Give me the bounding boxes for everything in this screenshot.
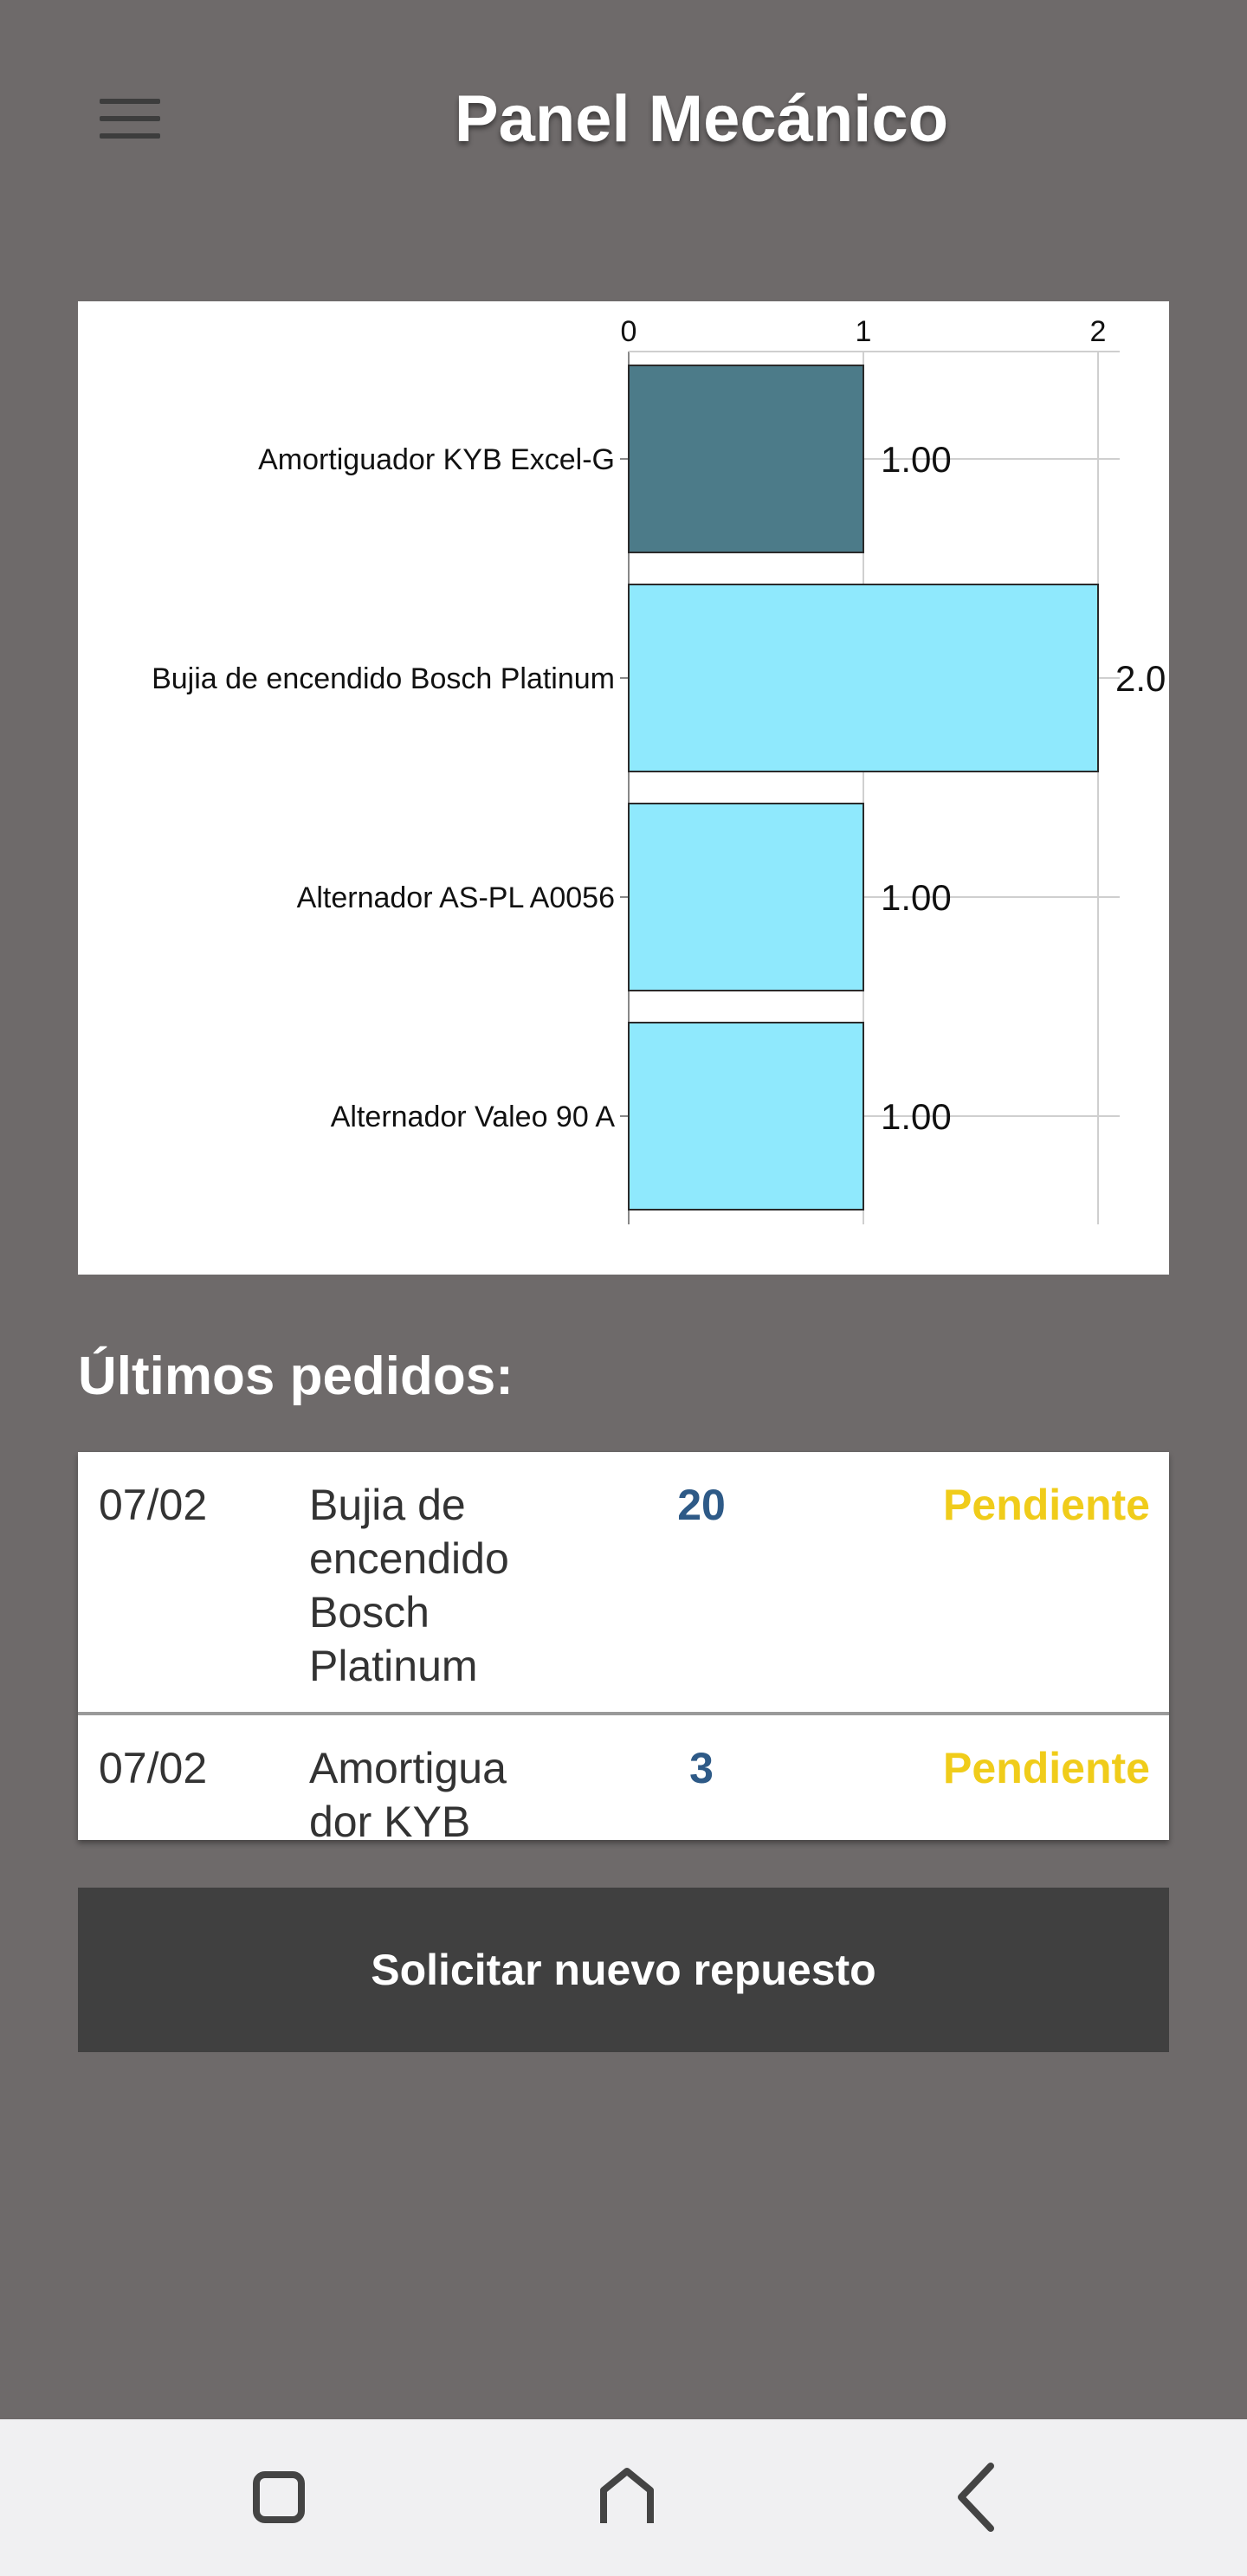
- order-date: 07/02: [99, 1744, 208, 1792]
- back-icon[interactable]: [927, 2445, 1031, 2549]
- orders-list[interactable]: 07/02 Bujia de encendido Bosch Platinum …: [78, 1452, 1169, 1840]
- recent-apps-icon[interactable]: [229, 2445, 333, 2549]
- orders-section-title: Últimos pedidos:: [78, 1346, 514, 1406]
- value-label: 2.0: [1115, 658, 1166, 699]
- order-product: Amortiguador KYB: [309, 1744, 507, 1840]
- order-date: 07/02: [99, 1481, 208, 1529]
- order-quantity: 20: [677, 1481, 726, 1529]
- system-nav-bar: [0, 2419, 1247, 2576]
- value-label: 1.00: [881, 439, 952, 480]
- category-label: Alternador Valeo 90 A: [331, 1101, 616, 1133]
- order-quantity: 3: [689, 1744, 714, 1792]
- top-bar: Panel Mecánico: [0, 0, 1247, 242]
- order-product: Bujia de encendido Bosch Platinum: [309, 1481, 509, 1690]
- home-icon[interactable]: [575, 2445, 679, 2549]
- chart-card: 0 1 2 Amortiguador KYB Excel-G 1.00 Bujia de …: [78, 301, 1169, 1275]
- category-label: Bujia de encendido Bosch Platinum: [152, 662, 615, 695]
- x-tick-label: 2: [1090, 315, 1107, 348]
- page-title: Panel Mecánico: [454, 82, 949, 156]
- category-label: Amortiguador KYB Excel-G: [258, 443, 615, 476]
- order-status: Pendiente: [943, 1744, 1150, 1792]
- bar-chart: 0 1 2 Amortiguador KYB Excel-G 1.00 Bujia de …: [152, 315, 1166, 1224]
- bar: [628, 1022, 864, 1211]
- bar: [628, 803, 864, 991]
- order-row[interactable]: 07/02 Bujia de encendido Bosch Platinum …: [78, 1452, 1169, 1715]
- bar: [628, 365, 864, 553]
- category-label: Alternador AS-PL A0056: [297, 881, 615, 914]
- request-part-button[interactable]: Solicitar nuevo repuesto: [78, 1888, 1169, 2052]
- x-tick-label: 1: [856, 315, 872, 348]
- value-label: 1.00: [881, 1096, 952, 1137]
- x-tick-label: 0: [621, 315, 637, 348]
- order-row[interactable]: 07/02 Amortiguador KYB 3 Pendiente: [78, 1715, 1169, 1840]
- bar: [628, 584, 1099, 772]
- value-label: 1.00: [881, 877, 952, 918]
- order-status: Pendiente: [943, 1481, 1150, 1529]
